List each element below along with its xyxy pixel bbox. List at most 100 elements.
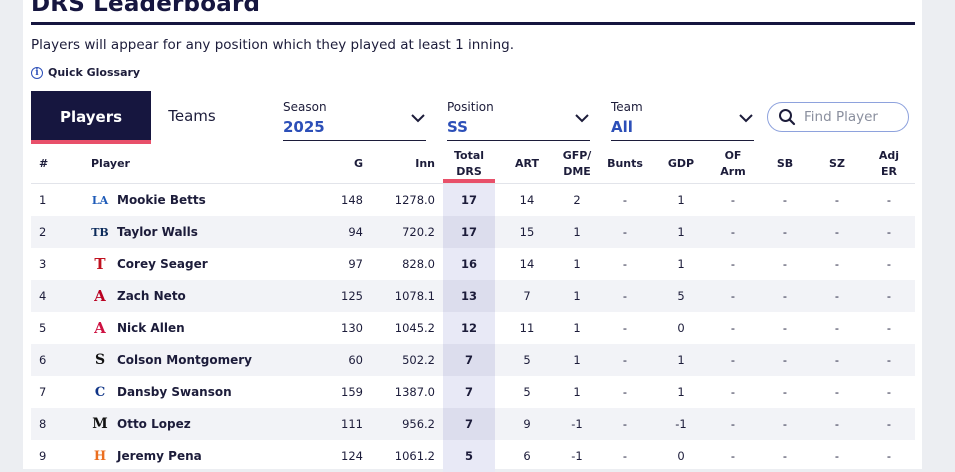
sz-cell: - — [811, 408, 863, 440]
art-cell: 14 — [519, 257, 535, 271]
art-cell: 11 — [519, 321, 535, 335]
total-drs-cell: 13 — [443, 280, 495, 312]
player-name-link[interactable]: Nick Allen — [117, 321, 185, 335]
player-name-link[interactable]: Corey Seager — [117, 257, 208, 271]
quick-glossary-link[interactable]: i Quick Glossary — [31, 66, 140, 79]
braves-logo: A — [94, 319, 106, 337]
sz-cell: - — [811, 280, 863, 312]
bunts-cell: - — [595, 216, 655, 248]
gdp-cell: 1 — [655, 183, 707, 216]
rangers-logo: T — [94, 255, 106, 273]
of-arm-cell: - — [730, 321, 736, 335]
total-drs-cell: 7 — [443, 408, 495, 440]
season-select[interactable]: Season 2025 — [283, 98, 426, 141]
of-arm-cell: - — [730, 257, 736, 271]
table-row: 1 LA Mookie Betts 148 1278.0 17 14 2-1- - - - — [31, 183, 915, 216]
inn-cell: 1078.1 — [371, 280, 443, 312]
gdp-cell: 5 — [655, 280, 707, 312]
gdp-cell: 0 — [677, 321, 685, 335]
position-select[interactable]: Position SS — [447, 98, 590, 141]
col-art[interactable]: ART — [495, 145, 559, 184]
col-gfp-dme[interactable]: GFP/DME — [559, 145, 595, 184]
team-label: Team — [611, 100, 643, 114]
season-label: Season — [283, 100, 327, 114]
of-arm-cell: - — [707, 183, 759, 216]
g-cell: 97 — [348, 257, 363, 271]
col-inn[interactable]: Inn — [371, 145, 443, 184]
sz-cell: - — [834, 385, 840, 399]
player-cell[interactable]: LA Mookie Betts — [69, 183, 311, 216]
rank-cell: 1 — [31, 183, 69, 216]
sz-cell: - — [811, 216, 863, 248]
g-cell: 94 — [311, 216, 371, 248]
player-cell[interactable]: T Corey Seager — [69, 248, 311, 280]
search-input[interactable] — [804, 109, 904, 125]
chevron-down-icon — [739, 114, 753, 123]
art-cell: 7 — [495, 280, 559, 312]
tab-players[interactable]: Players — [31, 91, 151, 144]
sz-cell: - — [834, 449, 840, 463]
total-drs-cell: 16 — [443, 248, 495, 280]
g-cell: 60 — [311, 344, 371, 376]
gfp-dme-cell: 2 — [559, 183, 595, 216]
tab-teams[interactable]: Teams — [151, 91, 233, 141]
col-sz[interactable]: SZ — [811, 145, 863, 184]
player-name-link[interactable]: Zach Neto — [117, 289, 186, 303]
inn-cell: 720.2 — [371, 216, 443, 248]
player-name-link[interactable]: Jeremy Pena — [117, 449, 202, 463]
table-row: 9 H Jeremy Pena 124 1061.2 5 6 -1 - 0 - - - - — [31, 440, 915, 472]
rays-logo: TB — [91, 225, 109, 239]
player-name-link[interactable]: Colson Montgomery — [117, 353, 252, 367]
player-cell[interactable]: H Jeremy Pena — [69, 440, 311, 472]
col-rank[interactable]: # — [31, 145, 69, 184]
inn-cell: 1061.2 — [394, 449, 435, 463]
total-drs-cell: 7 — [443, 376, 495, 408]
player-name-link[interactable]: Dansby Swanson — [117, 385, 232, 399]
col-sb[interactable]: SB — [759, 145, 811, 184]
art-cell: 5 — [523, 385, 531, 399]
player-cell[interactable]: M Otto Lopez — [69, 408, 311, 440]
team-select[interactable]: Team All — [611, 98, 754, 141]
g-cell: 148 — [311, 183, 371, 216]
adj-er-cell: - — [886, 257, 892, 271]
adj-er-cell: - — [863, 280, 915, 312]
bunts-cell: - — [622, 385, 628, 399]
col-gdp[interactable]: GDP — [655, 145, 707, 184]
col-g[interactable]: G — [311, 145, 371, 184]
sb-cell: - — [759, 183, 811, 216]
rank-cell: 3 — [39, 257, 47, 271]
art-cell: 14 — [495, 183, 559, 216]
bunts-cell: - — [622, 257, 628, 271]
sz-cell: - — [834, 257, 840, 271]
sb-cell: - — [782, 449, 788, 463]
player-cell[interactable]: C Dansby Swanson — [69, 376, 311, 408]
table-row: 3 T Corey Seager 97 828.0 16 14 1 - 1 - - - - — [31, 248, 915, 280]
page-title: DRS Leaderboard — [31, 0, 261, 17]
bunts-cell: - — [622, 449, 628, 463]
player-name-link[interactable]: Otto Lopez — [117, 417, 191, 431]
player-name-link[interactable]: Taylor Walls — [117, 225, 198, 239]
player-cell[interactable]: TB Taylor Walls — [69, 216, 311, 248]
bunts-cell: - — [622, 321, 628, 335]
sb-cell: - — [759, 408, 811, 440]
chevron-down-icon — [411, 114, 425, 123]
season-value: 2025 — [283, 118, 325, 136]
position-label: Position — [447, 100, 494, 114]
col-adj-er[interactable]: Adj ER — [863, 145, 915, 184]
sb-cell: - — [782, 257, 788, 271]
col-total-drs[interactable]: Total DRS — [443, 145, 495, 184]
col-of-arm[interactable]: OF Arm — [707, 145, 759, 184]
col-bunts[interactable]: Bunts — [595, 145, 655, 184]
title-divider — [31, 22, 915, 25]
col-player[interactable]: Player — [69, 145, 311, 184]
player-name-link[interactable]: Mookie Betts — [117, 193, 206, 207]
adj-er-cell: - — [863, 216, 915, 248]
player-cell[interactable]: A Zach Neto — [69, 280, 311, 312]
player-search[interactable] — [767, 102, 909, 132]
player-cell[interactable]: A Nick Allen — [69, 312, 311, 344]
inn-cell: 828.0 — [402, 257, 435, 271]
gdp-cell: 1 — [677, 385, 685, 399]
total-drs-cell: 7 — [443, 344, 495, 376]
player-cell[interactable]: S Colson Montgomery — [69, 344, 311, 376]
chevron-down-icon — [575, 114, 589, 123]
